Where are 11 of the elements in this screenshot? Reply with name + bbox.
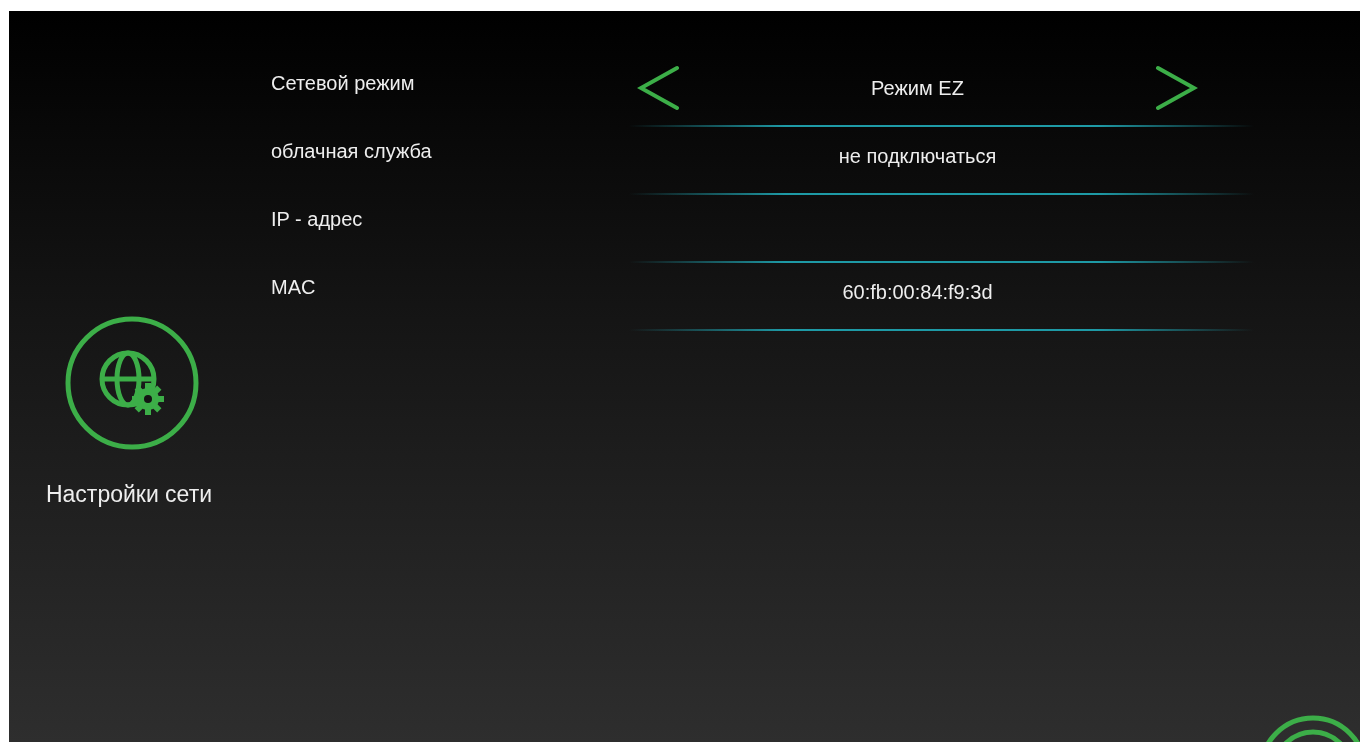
- setting-label: Сетевой режим: [270, 71, 416, 96]
- setting-label: MAC: [270, 275, 317, 300]
- selector-value[interactable]: Режим EZ: [871, 76, 964, 100]
- setting-label: IP - адрес: [270, 207, 364, 232]
- setting-label: облачная служба: [270, 139, 433, 164]
- chevron-left-icon[interactable]: [637, 64, 681, 112]
- chevron-right-icon[interactable]: [1154, 64, 1198, 112]
- setting-value: 60:fb:00:84:f9:3d: [842, 280, 993, 304]
- section-title: Настройки сети: [45, 481, 213, 508]
- setting-value: не подключаться: [838, 144, 997, 168]
- globe-gear-icon: [64, 315, 200, 451]
